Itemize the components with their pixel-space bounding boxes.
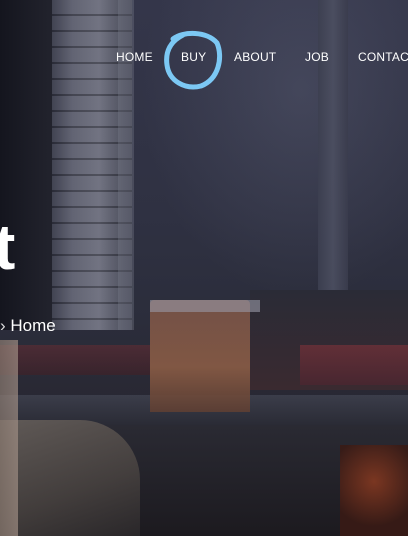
nav-home[interactable]: HOME <box>116 50 153 64</box>
breadcrumb: › Home <box>0 316 56 336</box>
nav-contact[interactable]: CONTACT <box>358 50 408 64</box>
nav-job[interactable]: JOB <box>305 50 329 64</box>
breadcrumb-home-link[interactable]: Home <box>10 316 55 335</box>
hero-background <box>0 0 408 536</box>
nav-about[interactable]: ABOUT <box>234 50 276 64</box>
machine-top-image <box>150 300 260 312</box>
red-tool-image <box>300 345 408 385</box>
nav-buy[interactable]: BUY <box>181 50 206 64</box>
page-title: t <box>0 211 15 283</box>
ceiling-glow <box>140 0 408 300</box>
orange-part-image <box>340 445 408 536</box>
red-tool-left-image <box>0 345 150 375</box>
person-image <box>0 420 140 536</box>
breadcrumb-separator: › <box>0 316 6 335</box>
pillar-image <box>318 0 348 300</box>
sleeve-image <box>0 340 18 536</box>
machine-image <box>150 300 250 412</box>
